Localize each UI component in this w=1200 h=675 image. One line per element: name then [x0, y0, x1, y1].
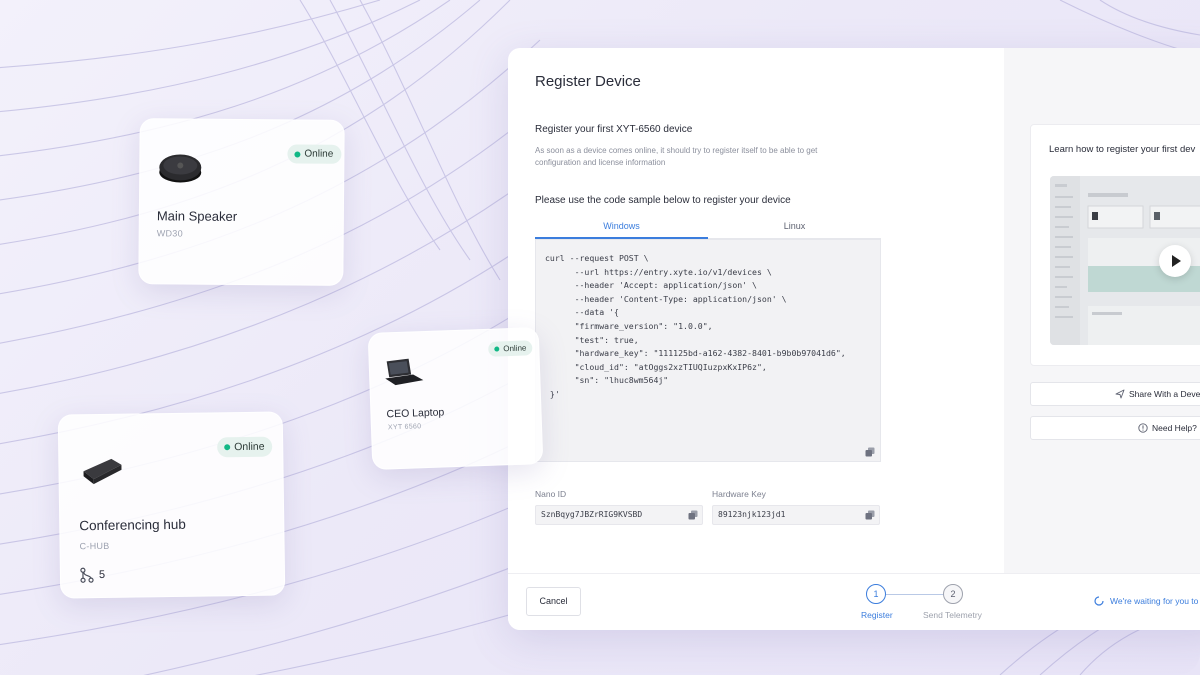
send-icon [1115, 389, 1125, 399]
learn-card: Learn how to register your first dev [1030, 124, 1200, 366]
spinner-icon [1094, 596, 1104, 606]
status-label: Online [234, 440, 265, 454]
status-label: Online [304, 148, 334, 160]
waiting-text: We're waiting for you to [1110, 596, 1199, 606]
register-subtitle: Register your first XYT-6560 device [535, 124, 693, 135]
step-connector [886, 594, 944, 595]
copy-hardware-key-icon[interactable] [865, 510, 875, 520]
share-button-label: Share With a Devel [1129, 389, 1200, 399]
os-tabs: Windows Linux [535, 218, 881, 239]
register-device-panel: Register Device Register your first XYT-… [508, 48, 1200, 630]
device-model: WD30 [156, 228, 183, 239]
laptop-icon [385, 358, 424, 386]
code-sample: curl --request POST \ --url https://entr… [535, 239, 881, 462]
hardware-key-field[interactable]: 89123njk123jd1 [712, 505, 880, 525]
nano-id-label: Nano ID [535, 489, 567, 499]
step-1-circle[interactable]: 1 [866, 584, 886, 604]
tab-linux[interactable]: Linux [708, 218, 881, 239]
app-frame: Online Main Speaker WD30 Online Conferen… [0, 0, 1200, 675]
device-card-main-speaker[interactable]: Online Main Speaker WD30 [138, 118, 345, 286]
nano-id-field[interactable]: SznBqyg7JBZrRIG9KVSBD [535, 505, 703, 525]
device-model: XYT 6560 [387, 423, 422, 432]
device-card-ceo-laptop[interactable]: Online CEO Laptop XYT 6560 [367, 327, 544, 470]
share-with-developer-button[interactable]: Share With a Devel [1030, 382, 1200, 406]
page-title: Register Device [535, 73, 641, 90]
play-button[interactable] [1159, 245, 1191, 277]
device-card-conferencing-hub[interactable]: Online Conferencing hub C-HUB 5 [57, 411, 286, 599]
help-button-label: Need Help? [1152, 423, 1197, 433]
step-1-label: Register [861, 610, 893, 620]
connections-count: 5 [98, 568, 106, 582]
video-thumbnail[interactable] [1050, 176, 1200, 345]
device-model: C-HUB [79, 540, 110, 552]
status-badge: Online [488, 340, 533, 357]
code-text: curl --request POST \ --url https://entr… [545, 253, 846, 399]
copy-nano-id-icon[interactable] [688, 510, 698, 520]
speaker-icon [159, 154, 202, 183]
device-name: CEO Laptop [386, 406, 445, 421]
status-label: Online [503, 343, 527, 354]
step-2-circle[interactable]: 2 [943, 584, 963, 604]
tab-windows[interactable]: Windows [535, 218, 708, 239]
register-description: As soon as a device comes online, it sho… [535, 146, 818, 167]
code-heading: Please use the code sample below to regi… [535, 195, 791, 206]
hub-icon [83, 458, 122, 485]
need-help-button[interactable]: Need Help? [1030, 416, 1200, 440]
device-name: Main Speaker [156, 208, 238, 224]
connections-icon [80, 567, 94, 583]
wizard-footer: Cancel 1 Register 2 Send Telemetry We're… [508, 573, 1200, 630]
copy-icon[interactable] [865, 447, 875, 457]
device-name: Conferencing hub [79, 516, 186, 534]
help-icon [1138, 423, 1148, 433]
play-icon [1172, 255, 1181, 267]
cancel-button[interactable]: Cancel [526, 587, 581, 616]
learn-title: Learn how to register your first dev [1049, 144, 1196, 155]
status-badge: Online [217, 436, 273, 458]
status-badge: Online [287, 144, 342, 164]
hardware-key-label: Hardware Key [712, 489, 766, 499]
step-2-label: Send Telemetry [923, 610, 982, 620]
waiting-status: We're waiting for you to [1094, 596, 1198, 606]
online-dot-icon [294, 150, 301, 158]
online-dot-icon [224, 444, 231, 451]
online-dot-icon [494, 346, 500, 352]
